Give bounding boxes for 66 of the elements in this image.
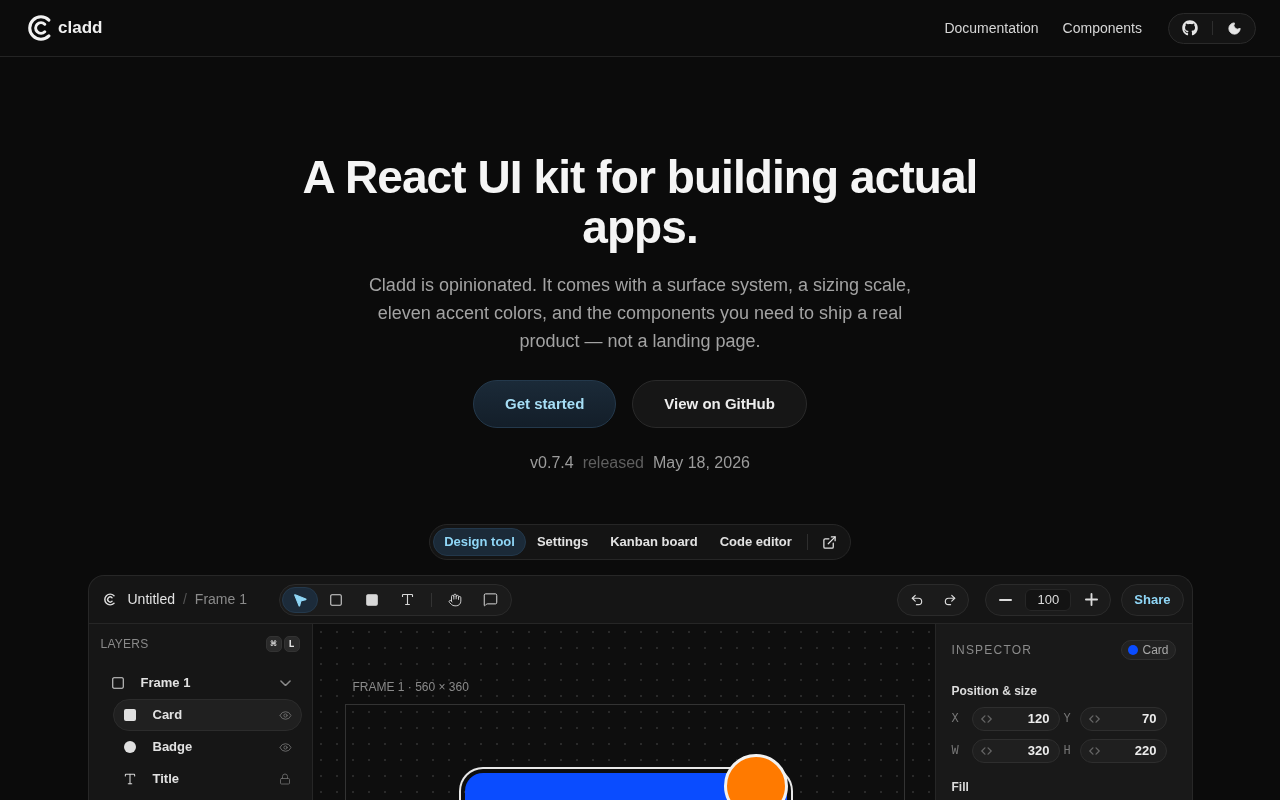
filled-square-icon [123,709,136,721]
layer-row[interactable]: Frame 1 [100,667,302,699]
field-label: W [951,743,960,760]
moon-icon [1226,20,1242,36]
breadcrumb-frame: Frame 1 [194,589,247,610]
field-label: H [1063,743,1072,760]
eye-icon[interactable] [278,740,292,754]
document-title: Untitled [127,590,175,609]
hand-icon [447,592,462,607]
pointer-icon [291,591,308,608]
hero-title: A React UI kit for building actual apps. [301,152,979,252]
text-icon [400,592,415,607]
chevron-down-icon[interactable] [279,679,291,687]
drag-handle-icon [1088,747,1100,755]
shortcut-key: L [283,636,300,652]
share-button[interactable]: Share [1121,583,1184,616]
hero-subtitle: Cladd is opinionated. It comes with a surface system, a sizing scale, eleven accent colors, and the components you need to ship a real product — not a landing page. [367,274,913,353]
minus-icon [998,598,1012,601]
drag-handle-icon [980,715,992,723]
nav-link[interactable]: Components [1062,17,1142,39]
panel-title: LAYERS [100,636,149,653]
demo-tab[interactable]: Design tool [433,528,526,556]
panel-title: INSPECTOR [951,642,1033,659]
demo-tab[interactable]: Code editor [708,528,803,556]
external-link-icon [822,534,838,550]
brand-name: cladd [58,17,103,40]
drag-handle-icon [980,747,992,755]
number-field[interactable]: 120 [971,707,1060,731]
field-label: Y [1063,711,1072,728]
shortcut-key: ⌘ [265,636,282,652]
square-outline-icon [110,676,125,690]
version-text: v0.7.4 [530,453,574,473]
tool-button[interactable] [281,586,318,613]
comment-icon [483,592,498,607]
secondary-button[interactable]: View on GitHub [632,380,807,428]
frame-label: FRAME 1 · 560 × 360 [352,681,469,693]
zoom-field[interactable]: 100 [1025,588,1072,611]
redo-icon [942,592,957,607]
layer-row[interactable]: Title [112,763,302,795]
nav-link[interactable]: Documentation [944,17,1039,39]
number-field[interactable]: 320 [971,739,1060,763]
primary-button[interactable]: Get started [473,380,617,428]
release-label: released [582,453,644,473]
lock-icon[interactable] [279,773,291,785]
app-logo-icon [103,593,115,606]
section-title: Fill [951,780,970,794]
demo-tab[interactable]: Kanban board [599,528,709,556]
undo-icon [909,592,924,607]
number-field[interactable]: 220 [1079,739,1167,763]
demo-tab[interactable]: Settings [525,528,600,556]
field-label: X [951,711,960,728]
layer-row[interactable]: Card [112,699,302,731]
section-title: Position & size [951,684,1038,698]
breadcrumb-separator: / [182,590,187,609]
filled-square-icon [364,592,379,607]
plus-icon [1084,593,1098,606]
release-date: May 18, 2026 [653,453,750,473]
square-outline-icon [328,592,343,607]
drag-handle-icon [1088,715,1100,723]
brand-logo-icon [28,15,51,41]
layer-row[interactable]: Badge [112,731,302,763]
number-field[interactable]: 70 [1079,707,1167,731]
text-icon [122,772,137,786]
selection-tag: Card [1121,640,1176,660]
github-icon [1182,20,1198,36]
eye-icon[interactable] [278,708,292,722]
